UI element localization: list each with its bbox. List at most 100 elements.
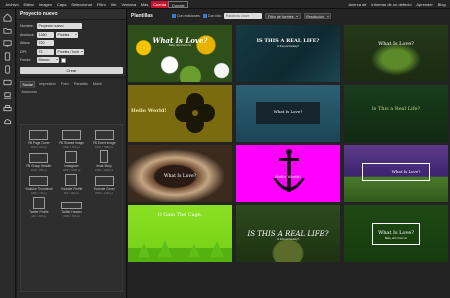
preset-dimensions: 1280 × 720 px [30, 192, 48, 195]
unit-select[interactable]: Píxeles [56, 31, 78, 38]
phone-icon[interactable] [3, 64, 13, 74]
menu-link-blog[interactable]: Blog [435, 1, 448, 8]
tab-social[interactable]: Social [20, 80, 36, 88]
preset-thumbnail [94, 130, 114, 140]
check-icon [171, 13, 176, 18]
resolution-dropdown[interactable]: Resolución [303, 12, 331, 19]
preset-insta-story[interactable]: Insta Story 1080 × 1920 px [88, 150, 120, 172]
template-thumbnail[interactable]: What Is Love? Baby, don't hurt me [344, 205, 448, 262]
tab-foto[interactable]: Foto [60, 81, 70, 88]
menu-item-cuenta[interactable]: Cuenta [150, 0, 169, 8]
width-input[interactable]: 1280 [37, 31, 54, 38]
print-icon[interactable] [3, 103, 13, 113]
height-input[interactable]: 720 [37, 40, 54, 47]
cloud-icon[interactable] [3, 116, 13, 126]
new-project-panel: Proyecto nuevo Nombre: Proyecto nuevo An… [17, 9, 127, 298]
preset-youtube-cover[interactable]: Youtube Cover 2560 × 1440 px [88, 173, 120, 195]
template-thumbnail[interactable]: Is This a Real Life? [344, 85, 448, 142]
template-subtitle: Is this just fantasy? [276, 45, 300, 48]
menu-item-filtro[interactable]: Filtro [95, 1, 109, 8]
menu-link-aprender[interactable]: Aprender [414, 1, 435, 8]
tablet-landscape-icon[interactable] [3, 77, 13, 87]
preset-twitter-profile[interactable]: Twitter Profile 400 × 400 px [23, 196, 55, 218]
preset-name: FB Group Header [26, 164, 52, 168]
menu-link-informar-de-un-defecto[interactable]: Informar de un defecto [369, 1, 414, 8]
template-thumbnail[interactable]: O Gain The Cage. [128, 205, 232, 262]
preset-thumbnail [65, 174, 78, 186]
menu-right: Acerca de Informar de un defecto Aprender B… [346, 1, 450, 8]
template-thumbnail[interactable]: What Is Love? [128, 145, 232, 202]
preset-thumbnail [29, 130, 49, 140]
background-select[interactable]: Blanco [37, 57, 59, 64]
templates-title: Plantillas [131, 12, 153, 19]
menu-item-editar[interactable]: Editar [21, 1, 36, 8]
tab-impresi-n[interactable]: Impresión [38, 81, 57, 88]
template-title: IS THIS A REAL LIFE? [247, 230, 329, 238]
template-title: What Is Love? [163, 174, 197, 179]
template-thumbnail[interactable]: IS THIS A REAL LIFE? Is this just fantasy… [236, 25, 340, 82]
tab-m-vil[interactable]: Móvil [91, 81, 103, 88]
dpi-input[interactable]: 72 [37, 48, 54, 55]
create-button[interactable]: Crear [20, 66, 123, 74]
preset-name: Twitter Profile [29, 210, 49, 214]
keywords-search-input[interactable]: Palabras clave [224, 12, 263, 19]
preset-fb-group-header[interactable]: FB Group Header 1640 × 856 px [23, 150, 55, 172]
menu-item-seleccionar[interactable]: Seleccionar [69, 1, 95, 8]
preset-name: Youtube Profile [60, 187, 83, 191]
tab-ads[interactable]: Anuncios [20, 89, 38, 95]
template-thumbnail[interactable]: What Is Love? [344, 25, 448, 82]
folder-icon[interactable] [3, 25, 13, 35]
preset-name: Twitter Header [61, 210, 82, 214]
preset-grid: FB Page Cover 1640 × 924 px FB Shared imag… [20, 124, 123, 292]
template-title: Is This a Real Life? [371, 106, 421, 112]
menu-item-capa[interactable]: Capa [54, 1, 68, 8]
template-thumbnail[interactable]: IS THIS A REAL LIFE? Is this just fantasy… [236, 205, 340, 262]
template-thumbnail[interactable]: Hello World! [128, 85, 232, 142]
preset-thumbnail [65, 151, 78, 163]
preset-thumbnail [60, 202, 82, 209]
checkbox-embedded-label: Con ediciones [176, 13, 200, 18]
laptop-icon[interactable] [3, 90, 13, 100]
home-icon[interactable] [3, 12, 13, 22]
preset-thumbnail [29, 153, 49, 163]
checkbox-embedded[interactable]: Con ediciones [171, 13, 200, 18]
template-thumbnail[interactable]: What Is Love? Baby, don't hurt me [128, 25, 232, 82]
preset-thumbnail [32, 197, 45, 209]
preset-dimensions: 1500 × 500 px [63, 215, 80, 218]
menu-item-archivo[interactable]: Archivo [3, 1, 21, 8]
dpi-unit-select[interactable]: Píxeles / Inch [56, 48, 84, 55]
preset-youtube-thumbnail[interactable]: Youtube Thumbnail 1280 × 720 px [23, 173, 55, 195]
tab-pantalla[interactable]: Pantalla [72, 81, 89, 88]
background-label: Fondo: [20, 58, 32, 63]
menu-item-imagen[interactable]: Imagen [36, 1, 54, 8]
checkbox-photo[interactable]: Con foto [202, 13, 221, 18]
preset-twitter-header[interactable]: Twitter Header 1500 × 500 px [56, 196, 88, 218]
menu-item-ventana[interactable]: Ventana [119, 1, 138, 8]
project-name-input[interactable]: Proyecto nuevo [37, 23, 82, 30]
preset-instagram[interactable]: Instagram 1080 × 1080 px [56, 150, 88, 172]
preset-fb-shared-image[interactable]: FB Shared image 1200 × 630 px [56, 127, 88, 149]
preset-dimensions: 1640 × 856 px [30, 169, 48, 172]
template-thumbnail[interactable]: Hello World! [236, 145, 340, 202]
preset-youtube-profile[interactable]: Youtube Profile 800 × 800 px [56, 173, 88, 195]
background-color-swatch[interactable] [61, 57, 66, 63]
height-label: Altura: [20, 41, 31, 46]
template-thumbnail[interactable]: What Is Love? [236, 85, 340, 142]
template-thumbnail[interactable]: What Is Love? [344, 145, 448, 202]
menu-item-m-s[interactable]: Más [138, 1, 150, 8]
preset-name: Youtube Cover [93, 187, 115, 191]
menu-link-acerca-de[interactable]: Acerca de [346, 1, 369, 8]
templates-grid: What Is Love? Baby, don't hurt me IS THIS … [128, 25, 450, 298]
menu-item-donate[interactable]: Donate [168, 0, 189, 8]
preset-fb-page-cover[interactable]: FB Page Cover 1640 × 924 px [23, 127, 55, 149]
tablet-icon[interactable] [3, 51, 13, 61]
preset-dimensions: 1920 × 1080 px [95, 146, 114, 149]
menu-item-ver[interactable]: Ver [108, 1, 119, 8]
preset-thumbnail [29, 176, 49, 186]
monitor-icon[interactable] [3, 38, 13, 48]
font-filter-dropdown[interactable]: Filtro de fuentes [265, 12, 301, 19]
preset-dimensions: 1080 × 1080 px [62, 169, 81, 172]
preset-name: Instagram [64, 164, 79, 168]
preset-fb-event-image[interactable]: FB Event image 1920 × 1080 px [88, 127, 120, 149]
template-subtitle: Baby, don't hurt me [384, 237, 408, 240]
